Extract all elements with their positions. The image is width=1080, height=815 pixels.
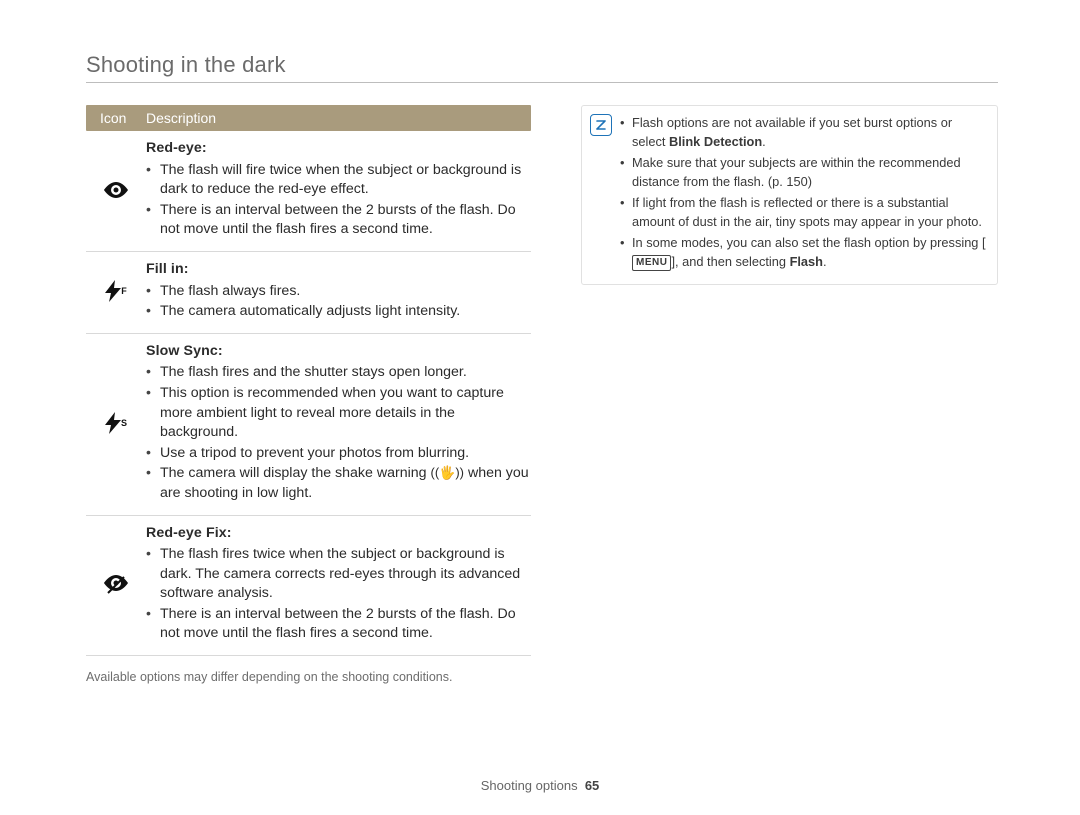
note-bullet: Flash options are not available if you s… xyxy=(620,114,987,151)
bullet: The flash will fire twice when the subje… xyxy=(146,161,531,200)
table-row: S Slow Sync: The flash fires and the shu… xyxy=(86,334,531,516)
table-row: Red-eye: The flash will fire twice when … xyxy=(86,131,531,252)
note-bullet: Make sure that your subjects are within … xyxy=(620,154,987,191)
page: Shooting in the dark Icon Description Re… xyxy=(0,0,1080,815)
flash-table: Icon Description Red-eye: The flash will… xyxy=(86,105,531,684)
description-cell: Red-eye: The flash will fire twice when … xyxy=(146,139,531,241)
note-column: Flash options are not available if you s… xyxy=(581,105,998,684)
bullet: The camera will display the shake warnin… xyxy=(146,464,531,503)
th-icon: Icon xyxy=(86,110,146,126)
page-footer: Shooting options 65 xyxy=(0,778,1080,793)
description-cell: Red-eye Fix: The flash fires twice when … xyxy=(146,524,531,646)
mode-name: Fill in xyxy=(146,261,184,277)
bullet: This option is recommended when you want… xyxy=(146,384,531,443)
mode-name: Red-eye xyxy=(146,140,202,156)
icon-superscript: S xyxy=(121,418,127,428)
description-cell: Fill in: The flash always fires. The cam… xyxy=(146,260,531,323)
eye-redeyefix-icon xyxy=(86,524,146,646)
table-row: F Fill in: The flash always fires. The c… xyxy=(86,252,531,334)
table-header: Icon Description xyxy=(86,105,531,131)
menu-button-label: MENU xyxy=(632,255,671,272)
bullet: There is an interval between the 2 burst… xyxy=(146,201,531,240)
icon-superscript: F xyxy=(121,286,127,296)
description-cell: Slow Sync: The flash fires and the shutt… xyxy=(146,342,531,505)
table-footnote: Available options may differ depending o… xyxy=(86,670,531,684)
th-description: Description xyxy=(146,110,531,126)
bullet: The flash fires twice when the subject o… xyxy=(146,545,531,604)
table-row: Red-eye Fix: The flash fires twice when … xyxy=(86,516,531,657)
bullet: The flash always fires. xyxy=(146,282,531,302)
page-title: Shooting in the dark xyxy=(86,52,998,83)
mode-name: Slow Sync xyxy=(146,343,218,359)
note-box: Flash options are not available if you s… xyxy=(581,105,998,285)
info-icon xyxy=(590,114,612,136)
note-bullet: If light from the flash is reflected or … xyxy=(620,194,987,231)
bullet: The flash fires and the shutter stays op… xyxy=(146,363,531,383)
content-columns: Icon Description Red-eye: The flash will… xyxy=(86,105,998,684)
flash-slowsync-icon: S xyxy=(86,342,146,505)
bullet: Use a tripod to prevent your photos from… xyxy=(146,444,531,464)
note-list: Flash options are not available if you s… xyxy=(620,114,987,274)
flash-fillin-icon: F xyxy=(86,260,146,323)
note-bullet: In some modes, you can also set the flas… xyxy=(620,234,987,271)
page-number: 65 xyxy=(585,778,599,793)
mode-name: Red-eye Fix xyxy=(146,525,227,541)
footer-section: Shooting options xyxy=(481,778,578,793)
eye-icon xyxy=(86,139,146,241)
bullet: There is an interval between the 2 burst… xyxy=(146,605,531,644)
bullet: The camera automatically adjusts light i… xyxy=(146,302,531,322)
shake-warning-icon: ((🖐)) xyxy=(430,465,464,480)
